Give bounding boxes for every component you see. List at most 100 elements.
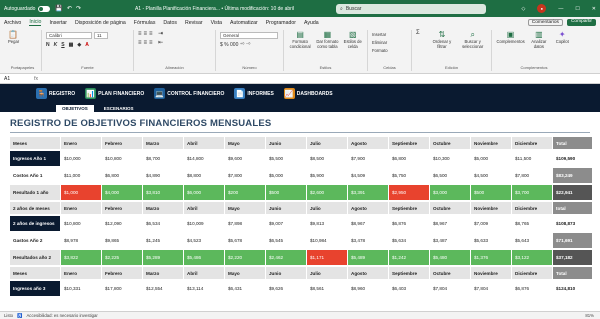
table-cell[interactable]: $10,009	[184, 216, 224, 233]
menu-9[interactable]: Automatizar	[230, 20, 258, 26]
table-cell[interactable]: $10,000	[61, 151, 101, 168]
menu-7[interactable]: Revisar	[185, 20, 203, 26]
paste-button[interactable]: Pegar	[8, 39, 37, 44]
table-cell[interactable]: Abril	[184, 137, 224, 151]
table-cell[interactable]: $124,810	[553, 281, 592, 298]
table-cell[interactable]: $6,876	[389, 216, 429, 233]
table-cell[interactable]: $2,225	[102, 250, 142, 267]
table-cell[interactable]: $8,700	[143, 151, 183, 168]
table-cell[interactable]: $11,500	[512, 151, 552, 168]
menu-2[interactable]: Inicio	[29, 19, 42, 26]
table-cell[interactable]: Marzo	[143, 267, 183, 281]
table-cell[interactable]: Febrero	[102, 202, 142, 216]
table-cell[interactable]: $1,171	[307, 250, 347, 267]
table-cell[interactable]: $37,182	[553, 250, 592, 267]
table-cell[interactable]: Junio	[266, 267, 306, 281]
table-cell[interactable]: $5,480	[430, 250, 470, 267]
table-cell[interactable]: $8,978	[61, 233, 101, 250]
table-cell[interactable]: $8,967	[430, 216, 470, 233]
table-cell[interactable]: $5,643	[512, 233, 552, 250]
table-cell[interactable]: $4,000	[102, 185, 142, 202]
table-cell[interactable]: $5,634	[389, 233, 429, 250]
format-cells-button[interactable]: Formato	[372, 48, 407, 53]
table-cell[interactable]: $71,691	[553, 233, 592, 250]
table-cell[interactable]: Total	[553, 137, 592, 151]
table-cell[interactable]: Agosto	[348, 267, 388, 281]
table-cell[interactable]: Diciembre	[512, 137, 552, 151]
name-box[interactable]: A1	[4, 76, 10, 82]
row-label[interactable]: Ingresos Año 1	[10, 151, 60, 168]
avatar[interactable]: ●	[537, 4, 547, 13]
accessibility-status[interactable]: Accesibilidad: es necesario investigar	[26, 313, 97, 318]
minimize-icon[interactable]: —	[558, 6, 563, 12]
table-cell[interactable]: Marzo	[143, 137, 183, 151]
table-cell[interactable]: $10,300	[430, 151, 470, 168]
paste-icon[interactable]: 📋	[8, 30, 37, 39]
table-cell[interactable]: Noviembre	[471, 137, 511, 151]
table-cell[interactable]: $500	[266, 185, 306, 202]
table-cell[interactable]: Septiembre	[389, 267, 429, 281]
table-cell[interactable]: $1,376	[471, 250, 511, 267]
table-cell[interactable]: $2,462	[266, 250, 306, 267]
tab-objetivos[interactable]: OBJETIVOS	[56, 105, 94, 112]
italic-icon[interactable]: K	[54, 42, 58, 48]
table-cell[interactable]: Marzo	[143, 202, 183, 216]
table-cell[interactable]: $5,289	[143, 250, 183, 267]
document-title[interactable]: A1 - Planilla Planificación Financiera..…	[135, 6, 294, 12]
menu-8[interactable]: Vista	[211, 20, 222, 26]
border-icon[interactable]: ▦	[69, 42, 74, 48]
table-cell[interactable]: $6,431	[225, 281, 265, 298]
table-cell[interactable]: Mayo	[225, 137, 265, 151]
table-cell[interactable]: Octubre	[430, 137, 470, 151]
table-cell[interactable]: $7,800	[225, 168, 265, 185]
table-cell[interactable]: Septiembre	[389, 202, 429, 216]
table-cell[interactable]: $5,489	[348, 250, 388, 267]
table-cell[interactable]: Agosto	[348, 202, 388, 216]
table-cell[interactable]: $1,245	[143, 233, 183, 250]
table-cell[interactable]: Octubre	[430, 202, 470, 216]
menu-1[interactable]: Archivo	[4, 20, 21, 26]
table-cell[interactable]: $3,810	[143, 185, 183, 202]
table-cell[interactable]: Enero	[61, 267, 101, 281]
table-cell[interactable]: Julio	[307, 267, 347, 281]
table-cell[interactable]: Mayo	[225, 202, 265, 216]
table-cell[interactable]: $7,898	[225, 216, 265, 233]
table-cell[interactable]: Febrero	[102, 267, 142, 281]
table-cell[interactable]: Octubre	[430, 267, 470, 281]
tab-escenarios[interactable]: ESCENARIOS	[98, 105, 140, 112]
row-label[interactable]: Resultados año 2	[10, 250, 60, 267]
table-cell[interactable]: $3,487	[430, 233, 470, 250]
menu-4[interactable]: Disposición de página	[75, 20, 126, 26]
search-box[interactable]: ⌕ Buscar	[336, 3, 487, 14]
table-cell[interactable]: $10,800	[61, 216, 101, 233]
table-cell[interactable]: $4,890	[143, 168, 183, 185]
insert-cells-button[interactable]: Insertar	[372, 32, 407, 37]
table-cell[interactable]: $200	[225, 185, 265, 202]
table-cell[interactable]: Abril	[184, 267, 224, 281]
table-cell[interactable]: Junio	[266, 202, 306, 216]
nav-button-3[interactable]: 💻 CONTROL FINANCIERO	[154, 88, 224, 99]
table-cell[interactable]: $6,545	[266, 233, 306, 250]
table-cell[interactable]: $8,500	[307, 151, 347, 168]
table-cell[interactable]: $5,486	[184, 250, 224, 267]
close-icon[interactable]: ✕	[592, 6, 596, 12]
menu-3[interactable]: Insertar	[49, 20, 67, 26]
align-icons[interactable]: ≡≡≡ ⇥	[138, 30, 211, 37]
table-cell[interactable]: $3,700	[512, 185, 552, 202]
number-format-select[interactable]: General	[220, 32, 278, 39]
font-size-select[interactable]: 11	[94, 32, 108, 39]
table-cell[interactable]: $3,391	[348, 185, 388, 202]
table-cell[interactable]: $4,523	[184, 233, 224, 250]
table-cell[interactable]: $8,800	[184, 168, 224, 185]
table-cell[interactable]: $14,800	[184, 151, 224, 168]
table-cell[interactable]: Septiembre	[389, 137, 429, 151]
table-cell[interactable]: total	[553, 202, 592, 216]
table-cell[interactable]: $2,950	[389, 185, 429, 202]
menu-5[interactable]: Fórmulas	[134, 20, 156, 26]
table-cell[interactable]: $8,765	[512, 216, 552, 233]
table-cell[interactable]: Julio	[307, 137, 347, 151]
table-cell[interactable]: Diciembre	[512, 202, 552, 216]
delete-cells-button[interactable]: Eliminar	[372, 40, 407, 45]
table-cell[interactable]: Noviembre	[471, 202, 511, 216]
table-cell[interactable]: $8,967	[348, 216, 388, 233]
